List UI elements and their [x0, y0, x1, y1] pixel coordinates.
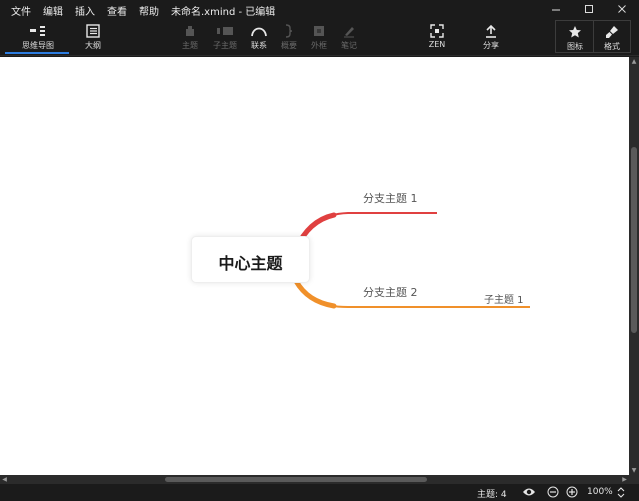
mindmap-canvas[interactable]: 中心主题 分支主题 1 分支主题 2 子主题 1: [0, 57, 629, 475]
boundary-icon: [314, 26, 324, 36]
insert-topic-button[interactable]: 主题: [178, 23, 202, 51]
close-icon: [618, 5, 626, 13]
menu-file[interactable]: 文件: [11, 3, 31, 18]
icons-panel-button[interactable]: 图标: [561, 24, 589, 52]
insert-topic-label: 主题: [182, 41, 198, 50]
insert-subtopic-label: 子主题: [213, 41, 237, 50]
zen-mode-button[interactable]: ZEN: [425, 23, 449, 49]
toolbar: 思维导图 大纲 主题 子主题 联系 概要 外框 笔记 ZEN 分享 图标 格式: [0, 19, 639, 56]
star-icon: [569, 26, 581, 38]
icons-panel-label: 图标: [567, 42, 583, 51]
horizontal-scrollbar[interactable]: ◀ ▶: [0, 475, 629, 484]
insert-relationship-label: 联系: [251, 41, 267, 50]
subtopic-icon: [217, 27, 233, 35]
central-topic-label: 中心主题: [218, 254, 283, 273]
topic-count: 主题: 4: [477, 490, 507, 500]
tab-mindmap[interactable]: 思维导图: [15, 23, 61, 51]
insert-summary-button[interactable]: 概要: [277, 23, 301, 51]
insert-subtopic-button[interactable]: 子主题: [210, 23, 240, 51]
share-button[interactable]: 分享: [479, 23, 503, 51]
zoom-in-icon[interactable]: [566, 486, 578, 498]
zoom-stepper-icon[interactable]: [617, 487, 625, 498]
tab-outline[interactable]: 大纲: [78, 23, 108, 51]
summary-icon: [285, 24, 293, 38]
scroll-down-arrow-icon[interactable]: ▼: [629, 466, 639, 475]
minimize-button[interactable]: [545, 1, 567, 17]
format-panel-label: 格式: [604, 42, 620, 51]
xmind-window: 文件 编辑 插入 查看 帮助 未命名.xmind - 已编辑 思维导图 大纲 主…: [0, 0, 639, 501]
minimize-icon: [552, 9, 560, 11]
insert-relationship-button[interactable]: 联系: [247, 23, 271, 51]
central-topic[interactable]: 中心主题: [191, 236, 310, 283]
panel-toggle-divider: [593, 21, 594, 52]
maximize-button[interactable]: [578, 1, 600, 17]
scroll-corner: [629, 475, 639, 484]
scroll-up-arrow-icon[interactable]: ▲: [629, 57, 639, 66]
outline-icon: [86, 24, 100, 38]
branch-topic-2[interactable]: 分支主题 2: [363, 284, 418, 300]
branch-2-connector-thick: [293, 278, 337, 309]
menu-edit[interactable]: 编辑: [43, 3, 63, 18]
maximize-icon: [585, 5, 593, 13]
window-title: 未命名.xmind - 已编辑: [171, 7, 276, 18]
vertical-scroll-thumb[interactable]: [631, 147, 637, 333]
subtopic-1[interactable]: 子主题 1: [484, 291, 524, 306]
status-bar: 主题: 4 100%: [0, 484, 639, 501]
vertical-scrollbar[interactable]: ▲ ▼: [629, 57, 639, 475]
active-tab-indicator: [5, 52, 69, 54]
branch-topic-1[interactable]: 分支主题 1: [363, 190, 418, 206]
zoom-level[interactable]: 100%: [587, 487, 613, 497]
relationship-icon: [251, 27, 267, 37]
tab-mindmap-label: 思维导图: [22, 41, 54, 50]
zen-mode-label: ZEN: [428, 40, 446, 49]
insert-note-button[interactable]: 笔记: [337, 23, 361, 51]
menu-insert[interactable]: 插入: [75, 3, 95, 18]
insert-boundary-button[interactable]: 外框: [307, 23, 331, 51]
scroll-right-arrow-icon[interactable]: ▶: [620, 475, 629, 484]
topic-icon: [186, 26, 194, 36]
note-icon: [344, 27, 354, 38]
insert-note-label: 笔记: [341, 41, 357, 50]
share-label: 分享: [483, 41, 499, 50]
close-button[interactable]: [611, 1, 633, 17]
branch-1-connector: [297, 212, 437, 248]
brush-icon: [606, 26, 618, 38]
tab-outline-label: 大纲: [85, 41, 101, 50]
menu-bar: 文件 编辑 插入 查看 帮助 未命名.xmind - 已编辑: [0, 0, 639, 19]
mindmap-icon: [30, 26, 45, 36]
insert-boundary-label: 外框: [311, 41, 327, 50]
menu-view[interactable]: 查看: [107, 3, 127, 18]
scroll-left-arrow-icon[interactable]: ◀: [0, 475, 9, 484]
eye-icon[interactable]: [522, 486, 536, 498]
branch-connectors: [293, 212, 530, 309]
format-panel-button[interactable]: 格式: [598, 24, 626, 52]
insert-summary-label: 概要: [281, 41, 297, 50]
panel-toggle-group: 图标 格式: [555, 20, 631, 53]
horizontal-scroll-thumb[interactable]: [165, 477, 427, 482]
fullscreen-icon: [430, 24, 444, 38]
zoom-out-icon[interactable]: [547, 486, 559, 498]
share-icon: [486, 24, 496, 38]
menu-help[interactable]: 帮助: [139, 3, 159, 18]
